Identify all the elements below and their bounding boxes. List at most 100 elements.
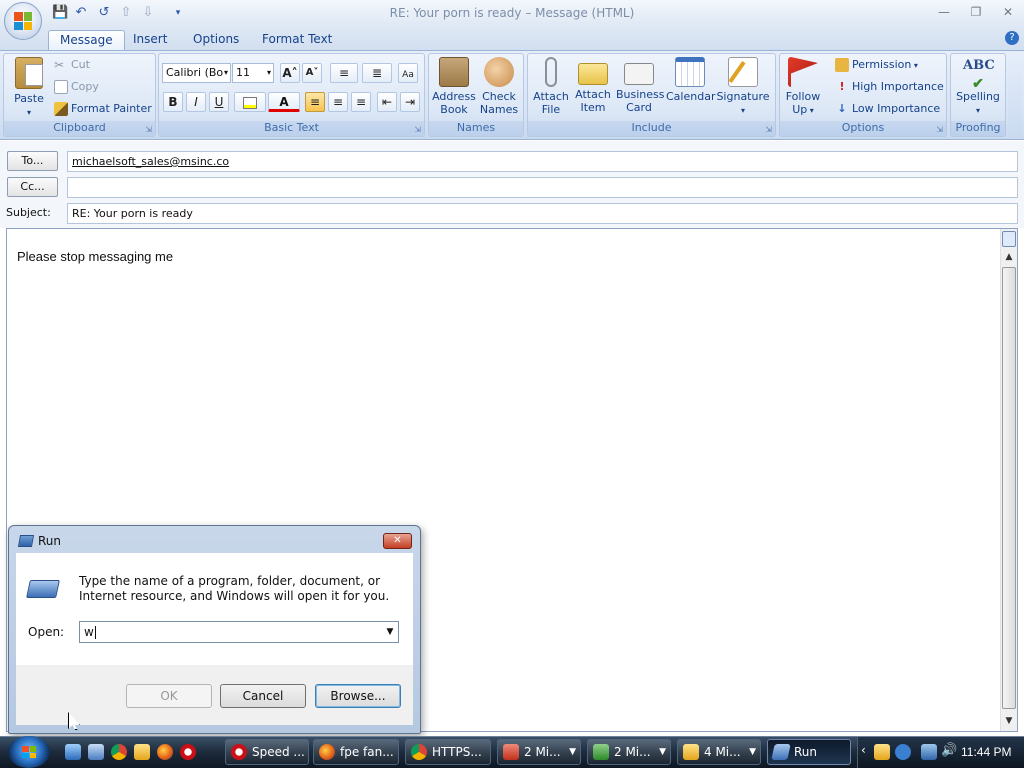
dialog-launcher-icon[interactable]: ⇲ bbox=[936, 125, 943, 134]
tray-mail-icon[interactable] bbox=[874, 744, 890, 760]
close-button[interactable]: ✕ bbox=[998, 4, 1018, 20]
follow-up-button[interactable]: Follow Up ▾ bbox=[782, 57, 824, 117]
to-field[interactable]: michaelsoft_sales@msinc.co bbox=[67, 151, 1018, 172]
flag-icon bbox=[788, 57, 818, 87]
subject-field[interactable]: RE: Your porn is ready bbox=[67, 203, 1018, 224]
taskbar-item-run[interactable]: Run bbox=[767, 739, 851, 765]
office-button[interactable] bbox=[4, 2, 42, 40]
taskbar-item-mi-1[interactable]: 2 Mi... ▼ bbox=[497, 739, 581, 765]
app-window-icon bbox=[503, 744, 519, 760]
cc-button[interactable]: Cc... bbox=[7, 177, 58, 197]
business-card-button[interactable]: Business Card bbox=[616, 57, 665, 114]
to-button[interactable]: To... bbox=[7, 151, 58, 171]
increase-indent-button[interactable]: ⇥ bbox=[400, 92, 420, 112]
underline-button[interactable]: U bbox=[209, 92, 229, 112]
switch-windows-icon[interactable] bbox=[88, 744, 104, 760]
spelling-button[interactable]: ABC ✔ Spelling ▾ bbox=[952, 57, 1004, 117]
bullets-button[interactable]: ≡ bbox=[330, 63, 358, 83]
chevron-down-icon: ▾ bbox=[223, 68, 228, 77]
align-center-button[interactable]: ≡ bbox=[328, 92, 348, 112]
open-input[interactable]: w bbox=[79, 621, 399, 643]
chrome-icon bbox=[411, 744, 427, 760]
taskbar-item-fpe[interactable]: fpe fan... bbox=[313, 739, 399, 765]
chrome-icon[interactable] bbox=[111, 744, 127, 760]
volume-icon[interactable]: 🔊 bbox=[941, 743, 957, 758]
numbering-button[interactable]: ≣ bbox=[362, 63, 392, 83]
dialog-launcher-icon[interactable]: ⇲ bbox=[145, 125, 152, 134]
browse-button[interactable]: Browse... bbox=[315, 684, 401, 708]
font-size-combo[interactable]: 11 ▾ bbox=[232, 63, 274, 83]
opera-icon[interactable] bbox=[180, 744, 196, 760]
show-desktop-icon[interactable] bbox=[65, 744, 81, 760]
tray-expand-icon[interactable]: ‹ bbox=[861, 743, 866, 757]
styles-button[interactable]: Aa bbox=[398, 63, 418, 83]
align-right-button[interactable]: ≡ bbox=[351, 92, 371, 112]
ribbon-edge bbox=[1008, 53, 1022, 137]
tab-format-text[interactable]: Format Text bbox=[251, 30, 343, 51]
copy-label: Copy bbox=[71, 80, 99, 93]
taskbar-item-label: 2 Mi... bbox=[524, 745, 561, 759]
taskbar-item-mi-3[interactable]: 4 Mi... ▼ bbox=[677, 739, 761, 765]
address-book-line2: Book bbox=[440, 103, 468, 116]
chevron-down-icon: ▾ bbox=[807, 106, 814, 115]
tray-app-icon[interactable] bbox=[895, 744, 911, 760]
subject-label: Subject: bbox=[6, 206, 51, 219]
open-dropdown-icon[interactable]: ▼ bbox=[383, 623, 397, 641]
attach-file-line1: Attach bbox=[533, 90, 569, 103]
cut-button[interactable]: ✂ Cut bbox=[54, 57, 90, 73]
grow-font-button[interactable]: A˄ bbox=[280, 63, 300, 83]
mail-icon[interactable] bbox=[134, 744, 150, 760]
scroll-up-icon[interactable]: ▲ bbox=[1002, 250, 1016, 264]
calendar-button[interactable]: Calendar bbox=[666, 57, 716, 103]
start-button[interactable] bbox=[8, 736, 50, 768]
bold-button[interactable]: B bbox=[163, 92, 183, 112]
paste-button[interactable]: Paste ▾ bbox=[9, 57, 49, 119]
high-importance-button[interactable]: ! High Importance bbox=[835, 79, 943, 95]
taskbar-item-speed[interactable]: Speed ... bbox=[225, 739, 309, 765]
ok-button[interactable]: OK bbox=[126, 684, 212, 708]
shrink-font-button[interactable]: A˅ bbox=[302, 63, 322, 83]
chevron-down-icon: ▾ bbox=[975, 106, 980, 115]
ruler-toggle-icon[interactable] bbox=[1002, 231, 1016, 247]
tab-message[interactable]: Message bbox=[48, 30, 125, 51]
taskbar-item-mi-2[interactable]: 2 Mi... ▼ bbox=[587, 739, 671, 765]
firefox-icon[interactable] bbox=[157, 744, 173, 760]
minimize-button[interactable]: — bbox=[934, 4, 954, 20]
taskbar-item-label: Run bbox=[794, 745, 818, 759]
font-name-combo[interactable]: Calibri (Bo ▾ bbox=[162, 63, 231, 83]
scrollbar-thumb[interactable] bbox=[1002, 267, 1016, 709]
run-description: Type the name of a program, folder, docu… bbox=[79, 574, 390, 603]
calendar-label: Calendar bbox=[666, 90, 716, 103]
align-left-button[interactable]: ≡ bbox=[305, 92, 325, 112]
decrease-indent-button[interactable]: ⇤ bbox=[377, 92, 397, 112]
copy-button[interactable]: Copy bbox=[54, 79, 99, 95]
tab-insert[interactable]: Insert bbox=[122, 30, 178, 51]
tab-options[interactable]: Options bbox=[182, 30, 250, 51]
cancel-button[interactable]: Cancel bbox=[220, 684, 306, 708]
low-importance-button[interactable]: ↓ Low Importance bbox=[835, 101, 940, 117]
business-card-icon bbox=[624, 63, 654, 85]
permission-button[interactable]: Permission ▾ bbox=[835, 57, 918, 74]
help-icon[interactable]: ? bbox=[1005, 31, 1019, 45]
font-color-button[interactable]: A bbox=[268, 92, 300, 112]
italic-button[interactable]: I bbox=[186, 92, 206, 112]
attach-file-line2: File bbox=[541, 103, 561, 116]
attach-item-button[interactable]: Attach Item bbox=[573, 57, 613, 114]
scroll-down-icon[interactable]: ▼ bbox=[1002, 714, 1016, 728]
restore-button[interactable]: ❐ bbox=[966, 4, 986, 20]
dialog-launcher-icon[interactable]: ⇲ bbox=[414, 125, 421, 134]
highlight-button[interactable] bbox=[234, 92, 266, 112]
network-icon[interactable] bbox=[921, 744, 937, 760]
run-close-button[interactable]: ✕ bbox=[383, 533, 412, 549]
dialog-launcher-icon[interactable]: ⇲ bbox=[765, 125, 772, 134]
address-book-button[interactable]: Address Book bbox=[431, 57, 477, 116]
cc-field[interactable] bbox=[67, 177, 1018, 198]
format-painter-button[interactable]: Format Painter bbox=[54, 101, 152, 117]
attach-file-button[interactable]: Attach File bbox=[532, 57, 570, 116]
clock[interactable]: 11:44 PM bbox=[961, 745, 1011, 759]
taskbar-item-https[interactable]: HTTPS... bbox=[405, 739, 491, 765]
check-names-button[interactable]: Check Names bbox=[477, 57, 521, 116]
paperclip-icon bbox=[545, 57, 557, 87]
exclamation-icon: ! bbox=[839, 80, 845, 93]
signature-button[interactable]: Signature ▾ bbox=[716, 57, 770, 117]
